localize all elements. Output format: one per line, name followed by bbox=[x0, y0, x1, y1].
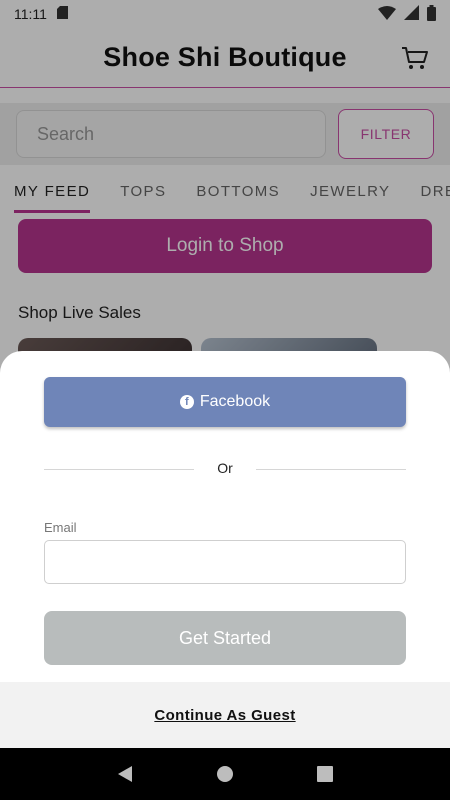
guest-bar: Continue As Guest bbox=[0, 682, 450, 748]
facebook-label: Facebook bbox=[199, 393, 271, 410]
login-sheet: f Facebook Or Email Get Started Continue… bbox=[0, 351, 450, 748]
email-field[interactable] bbox=[44, 540, 406, 584]
back-icon bbox=[118, 766, 132, 782]
or-divider: Or bbox=[44, 459, 406, 479]
home-button[interactable] bbox=[213, 762, 237, 786]
continue-as-guest-link[interactable]: Continue As Guest bbox=[154, 707, 295, 724]
recents-icon bbox=[317, 766, 333, 782]
back-button[interactable] bbox=[113, 762, 137, 786]
divider-text: Or bbox=[217, 460, 233, 476]
home-icon bbox=[217, 766, 233, 782]
facebook-icon: f bbox=[179, 395, 194, 409]
recents-button[interactable] bbox=[313, 762, 337, 786]
email-label: Email bbox=[44, 520, 77, 535]
system-nav-bar bbox=[0, 748, 450, 800]
get-started-button[interactable]: Get Started bbox=[44, 611, 406, 665]
facebook-login-button[interactable]: f Facebook bbox=[44, 377, 406, 427]
